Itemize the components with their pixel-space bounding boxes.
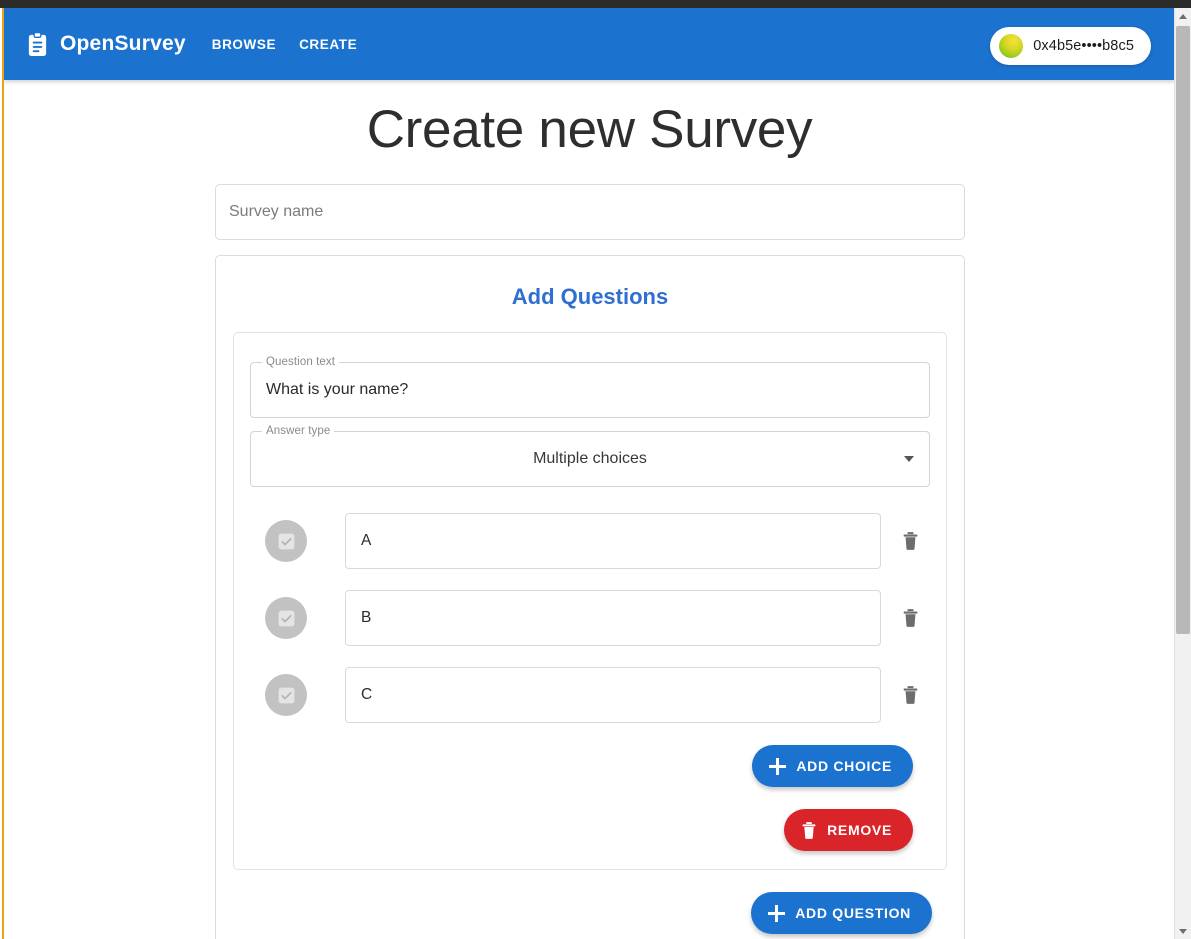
choice-list: A <box>250 513 930 723</box>
window-top-bar <box>0 0 1191 8</box>
answer-type-label: Answer type <box>262 424 334 438</box>
add-questions-title: Add Questions <box>232 284 948 310</box>
account-chip[interactable]: 0x4b5e••••b8c5 <box>990 27 1151 65</box>
question-text-field[interactable]: Question text What is your name? <box>250 362 930 418</box>
main-nav: BROWSE CREATE <box>212 37 357 52</box>
choice-value: C <box>361 686 372 704</box>
choice-value: A <box>361 532 371 550</box>
add-questions-card: Add Questions Question text What is your… <box>215 255 965 939</box>
survey-name-input[interactable]: Survey name <box>215 184 965 240</box>
question-text-label: Question text <box>262 355 339 369</box>
page-body: Create new Survey Survey name Add Questi… <box>4 80 1175 939</box>
choice-row: A <box>250 513 930 569</box>
remove-row: REMOVE <box>250 809 930 851</box>
scroll-down-arrow-icon[interactable] <box>1175 923 1191 939</box>
answer-type-value: Multiple choices <box>533 450 647 468</box>
choice-row: B <box>250 590 930 646</box>
page-title: Create new Survey <box>4 99 1175 160</box>
wallet-address: 0x4b5e••••b8c5 <box>1033 38 1134 54</box>
choice-input[interactable]: C <box>345 667 881 723</box>
scrollbar-thumb[interactable] <box>1176 26 1190 634</box>
plus-icon <box>768 905 785 922</box>
brand[interactable]: OpenSurvey <box>26 32 186 57</box>
question-text-value: What is your name? <box>266 381 408 399</box>
app-header: OpenSurvey BROWSE CREATE 0x4b5e••••b8c5 <box>4 8 1175 80</box>
nav-link-create[interactable]: CREATE <box>299 37 357 52</box>
choice-value: B <box>361 609 371 627</box>
trash-icon[interactable] <box>890 675 930 715</box>
trash-icon <box>801 821 817 840</box>
add-choice-row: ADD CHOICE <box>250 745 930 787</box>
chevron-down-icon[interactable] <box>904 456 914 462</box>
add-question-row: ADD QUESTION <box>232 892 948 934</box>
remove-question-button[interactable]: REMOVE <box>784 809 913 851</box>
check-box-icon[interactable] <box>265 674 307 716</box>
trash-icon[interactable] <box>890 521 930 561</box>
nav-link-browse[interactable]: BROWSE <box>212 37 276 52</box>
add-choice-label: ADD CHOICE <box>796 758 892 774</box>
browser-window: OpenSurvey BROWSE CREATE 0x4b5e••••b8c5 … <box>0 0 1191 939</box>
vertical-scrollbar[interactable] <box>1174 8 1191 939</box>
form-container: Survey name Add Questions Question text … <box>214 184 965 939</box>
brand-name: OpenSurvey <box>60 32 186 56</box>
wallet-avatar-icon <box>999 34 1023 58</box>
question-block: Question text What is your name? Answer … <box>233 332 947 870</box>
survey-name-placeholder: Survey name <box>229 203 323 221</box>
add-choice-button[interactable]: ADD CHOICE <box>752 745 913 787</box>
add-question-label: ADD QUESTION <box>795 905 911 921</box>
answer-type-select[interactable]: Answer type Multiple choices <box>250 431 930 487</box>
choice-input[interactable]: B <box>345 590 881 646</box>
trash-icon[interactable] <box>890 598 930 638</box>
plus-icon <box>769 758 786 775</box>
add-question-button[interactable]: ADD QUESTION <box>751 892 932 934</box>
check-box-icon[interactable] <box>265 597 307 639</box>
window-left-accent <box>2 8 4 939</box>
remove-label: REMOVE <box>827 822 892 838</box>
scroll-up-arrow-icon[interactable] <box>1175 8 1191 24</box>
check-box-icon[interactable] <box>265 520 307 562</box>
clipboard-icon <box>26 32 49 57</box>
choice-row: C <box>250 667 930 723</box>
page-viewport: OpenSurvey BROWSE CREATE 0x4b5e••••b8c5 … <box>4 8 1175 939</box>
choice-input[interactable]: A <box>345 513 881 569</box>
